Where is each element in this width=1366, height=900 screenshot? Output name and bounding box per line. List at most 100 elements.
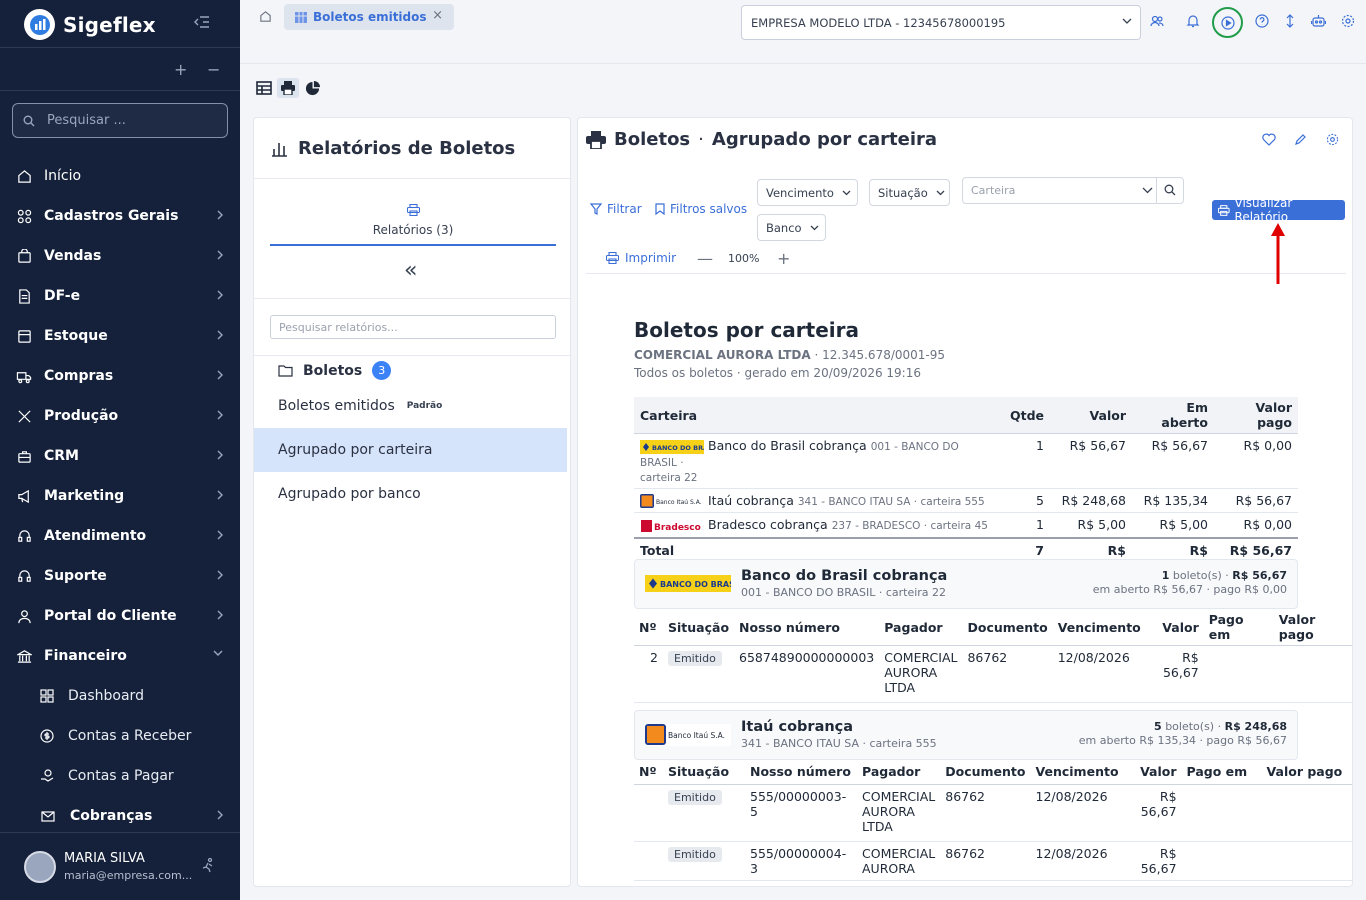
edit-icon[interactable] — [1294, 133, 1307, 146]
tab-close-icon[interactable]: × — [432, 8, 443, 23]
collapse-sidebar-icon[interactable] — [194, 14, 210, 30]
tab-relatorios[interactable]: Relatórios (3) — [270, 202, 556, 246]
chevron-right-icon — [216, 809, 224, 821]
chevron-right-icon — [216, 369, 224, 381]
zoom-level: 100% — [728, 251, 760, 265]
folder-icon — [278, 364, 293, 377]
saved-filters-button[interactable]: Filtros salvos — [655, 202, 747, 216]
megaphone-icon — [16, 488, 32, 504]
avatar — [24, 850, 56, 883]
table-view-button[interactable] — [253, 78, 275, 98]
report-panel: Boletos · Agrupado por carteira Filtrar … — [577, 117, 1353, 887]
report-item-agrupado-carteira[interactable]: Agrupado por carteira — [254, 428, 567, 472]
sidebar-nav: Início Cadastros Gerais Vendas DF-e Esto… — [0, 156, 240, 836]
sidebar-item-compras[interactable]: Compras — [0, 356, 240, 396]
home-icon[interactable] — [259, 10, 272, 23]
reports-search-input[interactable]: Pesquisar relatórios... — [270, 315, 556, 339]
document-company: COMERCIAL AURORA LTDA · 12.345.678/0001-… — [634, 348, 946, 362]
reports-panel-title: Relatórios de Boletos — [271, 138, 515, 159]
app-name: Sigeflex — [63, 12, 156, 37]
itau-logo: Banco Itaú S.A. — [640, 494, 702, 508]
sidebar-item-atendimento[interactable]: Atendimento — [0, 516, 240, 556]
banco-do-brasil-logo: BANCO DO BRASIL — [640, 439, 704, 454]
settings-icon[interactable] — [1326, 133, 1339, 146]
robot-icon[interactable] — [1311, 14, 1326, 28]
zoom-out-button[interactable]: — — [697, 249, 713, 268]
sidebar-item-cobrancas[interactable]: Cobranças — [0, 796, 240, 836]
print-view-button[interactable] — [277, 78, 299, 98]
sidebar-item-dfe[interactable]: DF-e — [0, 276, 240, 316]
logout-icon[interactable] — [200, 857, 216, 873]
users-icon[interactable] — [1150, 14, 1164, 28]
chevron-right-icon — [216, 609, 224, 621]
user-profile[interactable]: MARIA SILVA maria@empresa.com... — [0, 832, 240, 900]
banco-select[interactable]: Banco — [757, 214, 826, 241]
default-badge: Padrão — [406, 401, 443, 411]
carteira-input[interactable]: Carteira — [962, 177, 1184, 204]
situacao-select[interactable]: Situação — [869, 179, 950, 206]
chevron-right-icon — [216, 449, 224, 461]
sidebar-item-financeiro[interactable]: Financeiro — [0, 636, 240, 676]
sidebar-item-producao[interactable]: Produção — [0, 396, 240, 436]
sort-icon[interactable] — [1286, 14, 1294, 28]
chevron-down-icon — [212, 649, 224, 657]
expand-all-icon[interactable]: + — [174, 60, 187, 79]
tools-icon — [16, 408, 32, 424]
sidebar-item-contas-pagar[interactable]: Contas a Pagar — [0, 756, 240, 796]
chevron-right-icon — [216, 329, 224, 341]
reports-panel: Relatórios de Boletos Relatórios (3) « P… — [253, 117, 572, 887]
sidebar-item-crm[interactable]: CRM — [0, 436, 240, 476]
banco-do-brasil-logo: BANCO DO BRASIL — [645, 575, 731, 592]
bradesco-logo: Bradesco — [641, 519, 701, 533]
mail-icon — [40, 808, 56, 824]
printer-icon — [281, 81, 295, 95]
collapse-all-icon[interactable]: − — [207, 60, 220, 79]
sidebar-item-estoque[interactable]: Estoque — [0, 316, 240, 356]
sidebar-item-portal[interactable]: Portal do Cliente — [0, 596, 240, 636]
briefcase-icon — [16, 448, 32, 464]
table-row: Bradesco Bradesco cobrança 237 - BRADESCO… — [634, 512, 1298, 538]
document-icon — [16, 288, 32, 304]
hand-money-icon — [40, 769, 54, 783]
favorite-icon[interactable] — [1262, 133, 1276, 146]
bell-icon[interactable] — [1186, 14, 1200, 28]
bag-icon — [16, 248, 32, 264]
filter-button[interactable]: Filtrar — [590, 202, 642, 216]
tab-boletos-emitidos[interactable]: Boletos emitidos × — [284, 4, 454, 30]
visualizar-relatorio-button[interactable]: Visualizar Relatório — [1212, 196, 1345, 224]
printer-icon — [586, 130, 606, 149]
sidebar-item-cadastros[interactable]: Cadastros Gerais — [0, 196, 240, 236]
sidebar-item-suporte[interactable]: Suporte — [0, 556, 240, 596]
company-select[interactable]: EMPRESA MODELO LTDA - 12345678000195 — [741, 5, 1141, 40]
count-badge: 3 — [372, 361, 392, 380]
chevron-right-icon — [216, 249, 224, 261]
collapse-panel-button[interactable]: « — [404, 258, 417, 283]
print-button[interactable]: Imprimir — [606, 251, 676, 265]
play-icon[interactable] — [1212, 7, 1243, 38]
chart-view-button[interactable] — [301, 78, 323, 98]
folder-boletos[interactable]: Boletos 3 — [278, 361, 392, 380]
sidebar-item-vendas[interactable]: Vendas — [0, 236, 240, 276]
chevron-down-icon — [1122, 18, 1132, 25]
sidebar-item-inicio[interactable]: Início — [0, 156, 240, 196]
zoom-in-button[interactable]: + — [777, 249, 790, 268]
chevron-down-icon — [810, 225, 819, 230]
report-item-agrupado-banco[interactable]: Agrupado por banco — [254, 472, 568, 516]
user-name: MARIA SILVA — [64, 851, 145, 866]
logo-icon — [24, 9, 55, 40]
sidebar-item-dashboard[interactable]: Dashboard — [0, 676, 240, 716]
table-row: 2 Emitido 65874890000000003 COMERCIAL AU… — [634, 645, 1352, 703]
table-icon — [295, 11, 307, 23]
truck-icon — [16, 368, 32, 384]
app-logo[interactable]: Sigeflex — [24, 9, 156, 40]
vencimento-select[interactable]: Vencimento — [757, 179, 858, 206]
sidebar-search-input[interactable]: Pesquisar ... — [12, 103, 228, 138]
report-item-boletos-emitidos[interactable]: Boletos emitidos Padrão — [254, 384, 568, 428]
sidebar-item-contas-receber[interactable]: Contas a Receber — [0, 716, 240, 756]
help-icon[interactable] — [1255, 14, 1269, 28]
report-document: Boletos por carteira COMERCIAL AURORA LT… — [634, 318, 945, 380]
svg-text:BANCO DO BRASIL: BANCO DO BRASIL — [652, 444, 704, 452]
svg-text:Banco Itaú S.A.: Banco Itaú S.A. — [668, 731, 725, 740]
settings-icon[interactable] — [1341, 14, 1355, 28]
sidebar-item-marketing[interactable]: Marketing — [0, 476, 240, 516]
